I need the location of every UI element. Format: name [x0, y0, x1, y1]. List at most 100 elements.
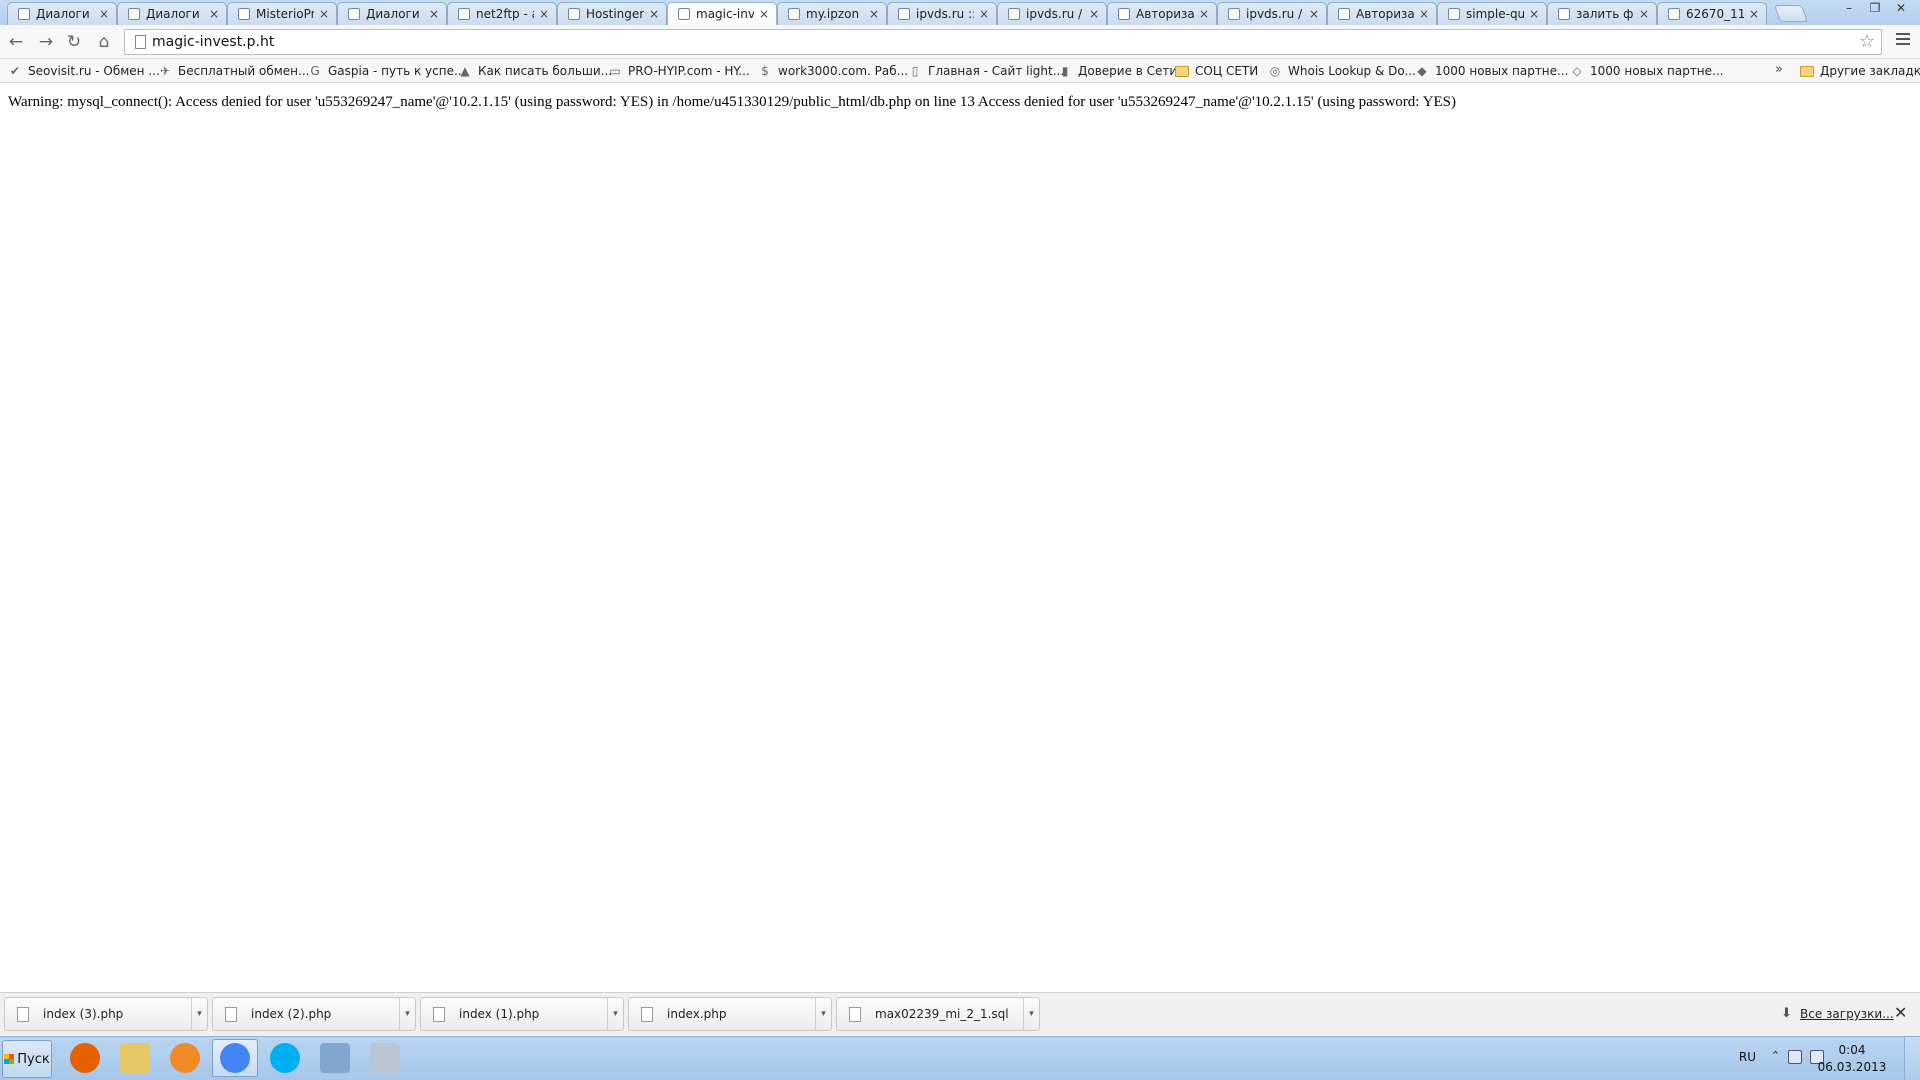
browser-tab[interactable]: MisterioPr × — [227, 2, 337, 25]
tab-close-icon[interactable]: × — [538, 7, 550, 21]
tab-title: simple-qu — [1466, 7, 1524, 21]
download-item[interactable]: max02239_mi_2_1.sql ▾ — [836, 997, 1040, 1031]
url-text[interactable]: magic-invest.p.ht — [152, 34, 274, 50]
bookmark-item[interactable]: ✔ Seovisit.ru - Обмен ... — [8, 62, 160, 80]
media-player-icon — [170, 1043, 200, 1073]
bookmark-item[interactable]: ✈ Бесплатный обмен... — [158, 62, 310, 80]
favicon-icon — [788, 8, 800, 20]
download-menu-arrow-icon[interactable]: ▾ — [399, 998, 415, 1030]
download-menu-arrow-icon[interactable]: ▾ — [607, 998, 623, 1030]
tab-close-icon[interactable]: × — [1528, 7, 1540, 21]
tab-close-icon[interactable]: × — [1748, 7, 1760, 21]
bookmark-item[interactable]: G Gaspia - путь к успе... — [308, 62, 465, 80]
bookmark-label: Gaspia - путь к успе... — [328, 64, 466, 78]
language-indicator[interactable]: RU — [1739, 1050, 1756, 1064]
download-filename: index (1).php — [459, 1007, 540, 1021]
bookmark-item[interactable]: ▲ Как писать больши... — [458, 62, 612, 80]
download-item[interactable]: index (3).php ▾ — [4, 997, 208, 1031]
bookmark-item[interactable]: ▮ Доверие в Сети — [1058, 62, 1178, 80]
reload-button[interactable]: ↻ — [64, 32, 84, 52]
tab-close-icon[interactable]: × — [318, 7, 330, 21]
browser-tab[interactable]: net2ftp - a × — [447, 2, 557, 25]
bookmark-item[interactable]: ▭ PRO-HYIP.com - HY... — [608, 62, 750, 80]
download-item[interactable]: index (1).php ▾ — [420, 997, 624, 1031]
browser-tab[interactable]: Авториза × — [1327, 2, 1437, 25]
browser-tab[interactable]: Авториза × — [1107, 2, 1217, 25]
close-shelf-button[interactable]: ✕ — [1894, 1003, 1907, 1022]
maximize-button[interactable]: ❐ — [1862, 0, 1888, 18]
taskbar-explorer[interactable] — [112, 1039, 158, 1077]
tab-close-icon[interactable]: × — [1308, 7, 1320, 21]
bookmark-label: Как писать больши... — [478, 64, 613, 78]
download-menu-arrow-icon[interactable]: ▾ — [815, 998, 831, 1030]
taskbar-firefox[interactable] — [62, 1039, 108, 1077]
tab-close-icon[interactable]: × — [208, 7, 220, 21]
taskbar-media-player[interactable] — [162, 1039, 208, 1077]
browser-tab[interactable]: my.ipzon × — [777, 2, 887, 25]
browser-tab[interactable]: magic-inv × — [667, 2, 777, 25]
tab-close-icon[interactable]: × — [98, 7, 110, 21]
network-icon[interactable] — [1788, 1050, 1802, 1064]
tab-close-icon[interactable]: × — [868, 7, 880, 21]
system-tray: RU ⌃ 0:04 06.03.2013 — [1700, 1037, 1920, 1080]
clock[interactable]: 0:04 06.03.2013 — [1812, 1042, 1892, 1076]
taskbar-chrome[interactable] — [212, 1039, 258, 1077]
favicon-icon — [1668, 8, 1680, 20]
forward-button[interactable]: → — [36, 32, 56, 52]
start-button[interactable]: Пуск — [2, 1040, 52, 1078]
bookmark-item[interactable]: ◇ 1000 новых партне... — [1570, 62, 1723, 80]
back-button[interactable]: ← — [6, 32, 26, 52]
show-desktop-button[interactable] — [1904, 1037, 1920, 1080]
bookmark-label: PRO-HYIP.com - HY... — [628, 64, 750, 78]
download-item[interactable]: index.php ▾ — [628, 997, 832, 1031]
browser-tab[interactable]: Hostinger × — [557, 2, 667, 25]
taskbar: Пуск RU ⌃ 0:04 06.03.2013 — [0, 1036, 1920, 1080]
close-window-button[interactable]: ✕ — [1888, 0, 1914, 18]
bookmark-item[interactable]: ◆ 1000 новых партне... — [1415, 62, 1568, 80]
menu-icon[interactable] — [1896, 33, 1910, 48]
other-bookmarks[interactable]: Другие закладки — [1800, 62, 1920, 80]
browser-tab[interactable]: ipvds.ru / × — [1217, 2, 1327, 25]
browser-tab[interactable]: simple-qu × — [1437, 2, 1547, 25]
explorer-icon — [120, 1043, 150, 1073]
bookmark-item[interactable]: ◎ Whois Lookup & Do... — [1268, 62, 1416, 80]
file-icon — [641, 1006, 653, 1022]
tab-title: Hostinger — [586, 7, 644, 21]
browser-tab[interactable]: ipvds.ru / × — [997, 2, 1107, 25]
bookmark-item[interactable]: $ work3000.com. Раб... — [758, 62, 908, 80]
browser-tab[interactable]: ipvds.ru :: × — [887, 2, 997, 25]
browser-tab[interactable]: 62670_11e × — [1657, 2, 1767, 25]
tab-close-icon[interactable]: × — [1088, 7, 1100, 21]
tab-close-icon[interactable]: × — [1198, 7, 1210, 21]
bookmark-star-icon[interactable]: ☆ — [1859, 31, 1875, 52]
all-downloads-link[interactable]: Все загрузки... — [1800, 1007, 1894, 1021]
taskbar-skype[interactable] — [262, 1039, 308, 1077]
bookmark-label: work3000.com. Раб... — [778, 64, 909, 78]
browser-tab[interactable]: залить фо × — [1547, 2, 1657, 25]
tab-close-icon[interactable]: × — [978, 7, 990, 21]
tab-title: Диалоги — [36, 7, 90, 21]
browser-tab[interactable]: Диалоги × — [337, 2, 447, 25]
tray-expand-icon[interactable]: ⌃ — [1771, 1049, 1780, 1062]
new-tab-button[interactable] — [1773, 5, 1809, 22]
browser-tab[interactable]: Диалоги × — [117, 2, 227, 25]
tab-close-icon[interactable]: × — [1418, 7, 1430, 21]
browser-tab[interactable]: Диалоги × — [7, 2, 117, 25]
download-menu-arrow-icon[interactable]: ▾ — [1023, 998, 1039, 1030]
tab-close-icon[interactable]: × — [1638, 7, 1650, 21]
home-button[interactable]: ⌂ — [94, 32, 114, 52]
tab-close-icon[interactable]: × — [648, 7, 660, 21]
minimize-button[interactable]: – — [1836, 0, 1862, 18]
bookmarks-overflow-button[interactable]: » — [1775, 62, 1783, 77]
download-menu-arrow-icon[interactable]: ▾ — [191, 998, 207, 1030]
bookmark-item[interactable]: СОЦ СЕТИ — [1175, 62, 1258, 80]
bookmark-favicon-icon: ▭ — [609, 64, 621, 78]
clock-date: 06.03.2013 — [1817, 1060, 1887, 1074]
taskbar-notepad[interactable] — [312, 1039, 358, 1077]
download-item[interactable]: index (2).php ▾ — [212, 997, 416, 1031]
taskbar-paint[interactable] — [362, 1039, 408, 1077]
bookmark-item[interactable]: ▯ Главная - Сайт light... — [908, 62, 1064, 80]
tab-close-icon[interactable]: × — [428, 7, 440, 21]
tab-close-icon[interactable]: × — [758, 7, 770, 21]
address-bar[interactable]: magic-invest.p.ht ☆ — [124, 29, 1882, 55]
